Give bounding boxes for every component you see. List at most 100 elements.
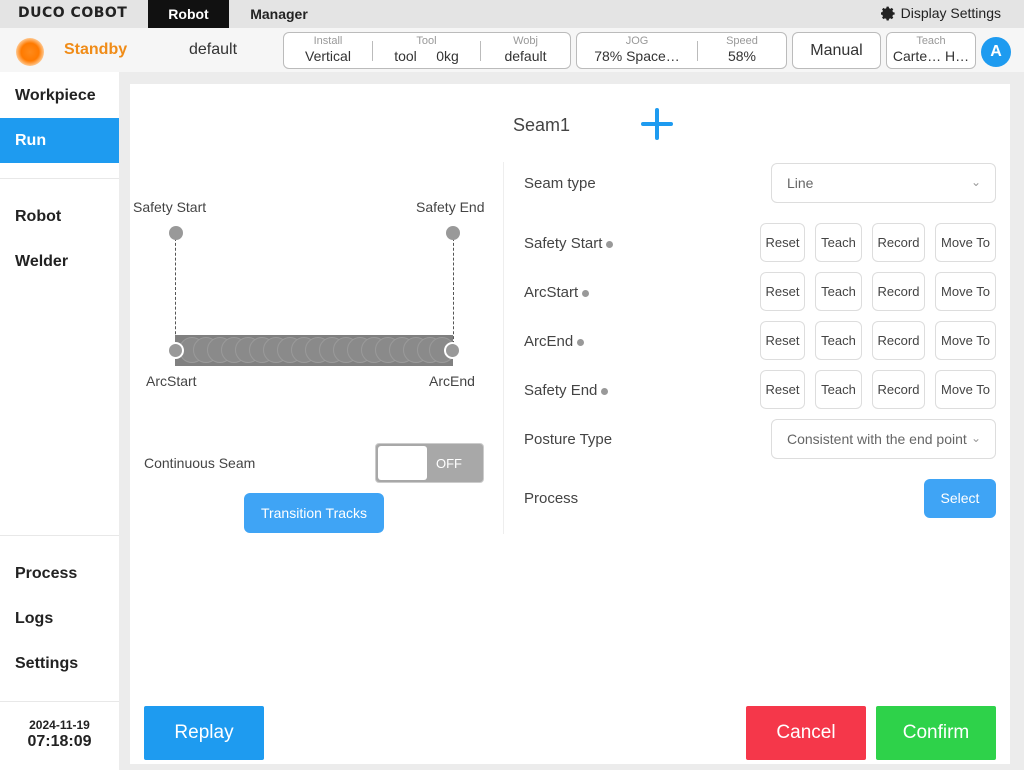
chevron-down-icon: ⌄ <box>970 175 981 189</box>
status-bar: Standby default Install Vertical Tool to… <box>0 28 1024 72</box>
tab-robot[interactable]: Robot <box>148 0 229 28</box>
safety-start-line <box>175 238 176 344</box>
arc-start-point <box>167 342 184 359</box>
install-tool-wobj-panel[interactable]: Install Vertical Tool tool 0kg Wobj defa… <box>283 32 571 69</box>
add-seam-button[interactable] <box>641 108 673 140</box>
teach-label: Teach <box>916 35 946 47</box>
gear-icon <box>880 6 895 20</box>
reset-button[interactable]: Reset <box>760 272 805 311</box>
display-settings-label: Display Settings <box>900 5 1001 21</box>
record-button[interactable]: Record <box>872 272 925 311</box>
continuous-seam-toggle[interactable]: OFF <box>375 443 484 483</box>
teach-button[interactable]: Teach <box>815 321 862 360</box>
safety-start-point <box>169 226 183 240</box>
tool-cell[interactable]: Tool tool 0kg <box>373 33 480 68</box>
move-to-button[interactable]: Move To <box>935 370 996 409</box>
weld-bead-graphic <box>175 335 453 366</box>
teach-button[interactable]: Teach <box>815 370 862 409</box>
safety-end-line <box>453 238 454 344</box>
sidebar-divider <box>0 701 119 702</box>
user-avatar[interactable]: A <box>981 37 1011 67</box>
teach-button[interactable]: Teach <box>815 272 862 311</box>
tool-label: Tool <box>416 35 437 47</box>
wobj-value: default <box>504 48 547 64</box>
speed-label: Speed <box>726 35 758 47</box>
clock-time: 07:18:09 <box>27 733 92 750</box>
clock: 2024-11-19 07:18:09 <box>0 718 119 751</box>
wobj-label: Wobj <box>513 35 538 47</box>
transition-tracks-button[interactable]: Transition Tracks <box>244 493 384 533</box>
record-button[interactable]: Record <box>872 370 925 409</box>
point-label: ArcEnd <box>524 333 585 350</box>
manual-mode-button[interactable]: Manual <box>792 32 881 69</box>
point-label: ArcStart <box>524 284 590 301</box>
move-to-button[interactable]: Move To <box>935 223 996 262</box>
sidebar-item-logs[interactable]: Logs <box>0 596 119 641</box>
top-bar: DUCO COBOT Robot Manager Display Setting… <box>0 0 1024 28</box>
teach-cell[interactable]: Teach Carte… H… <box>887 33 975 68</box>
install-cell[interactable]: Install Vertical <box>284 33 372 68</box>
sidebar: Workpiece Run Robot Welder Process Logs … <box>0 72 119 770</box>
tool-value: tool 0kg <box>394 48 459 64</box>
app-logo: DUCO COBOT <box>18 5 128 21</box>
arc-end-label: ArcEnd <box>429 373 475 389</box>
point-label: Safety Start <box>524 235 614 252</box>
reset-button[interactable]: Reset <box>760 321 805 360</box>
seam-type-value: Line <box>787 175 814 191</box>
sidebar-item-welder[interactable]: Welder <box>0 239 119 284</box>
display-settings-button[interactable]: Display Settings <box>880 5 1001 21</box>
record-button[interactable]: Record <box>872 321 925 360</box>
jog-speed-panel[interactable]: JOG 78% Space… Speed 58% <box>576 32 787 69</box>
posture-type-value: Consistent with the end point <box>787 431 967 447</box>
process-select-button[interactable]: Select <box>924 479 996 518</box>
reset-button[interactable]: Reset <box>760 223 805 262</box>
jog-cell[interactable]: JOG 78% Space… <box>577 33 697 68</box>
cancel-button[interactable]: Cancel <box>746 706 866 760</box>
teach-button[interactable]: Teach <box>815 223 862 262</box>
tab-manager[interactable]: Manager <box>236 0 322 28</box>
chevron-down-icon: ⌄ <box>970 431 981 445</box>
speed-cell[interactable]: Speed 58% <box>698 33 786 68</box>
arc-end-point <box>444 342 461 359</box>
replay-button[interactable]: Replay <box>144 706 264 760</box>
sidebar-item-robot[interactable]: Robot <box>0 194 119 239</box>
sidebar-item-workpiece[interactable]: Workpiece <box>0 73 119 118</box>
status-dot-icon <box>577 338 585 346</box>
move-to-button[interactable]: Move To <box>935 272 996 311</box>
speed-value: 58% <box>727 48 757 64</box>
install-label: Install <box>313 35 343 47</box>
wobj-cell[interactable]: Wobj default <box>481 33 570 68</box>
sidebar-item-process[interactable]: Process <box>0 551 119 596</box>
status-dot-icon <box>601 387 609 395</box>
project-name[interactable]: default <box>189 41 237 59</box>
posture-type-select[interactable]: Consistent with the end point ⌄ <box>771 419 996 459</box>
status-dot-icon <box>582 289 590 297</box>
sidebar-item-settings[interactable]: Settings <box>0 641 119 686</box>
sidebar-divider <box>0 178 119 179</box>
move-to-button[interactable]: Move To <box>935 321 996 360</box>
plus-icon-stroke <box>655 108 659 140</box>
panel-divider <box>503 162 504 534</box>
teach-panel[interactable]: Teach Carte… H… <box>886 32 976 69</box>
arc-start-label: ArcStart <box>146 373 197 389</box>
jog-value: 78% Space… <box>594 48 680 64</box>
process-label: Process <box>524 490 579 507</box>
reset-button[interactable]: Reset <box>760 370 805 409</box>
safety-end-label: Safety End <box>416 199 485 215</box>
status-indicator-icon <box>16 38 44 66</box>
sidebar-divider <box>0 535 119 536</box>
status-dot-icon <box>606 240 614 248</box>
teach-value: Carte… H… <box>892 48 970 64</box>
safety-end-point <box>446 226 460 240</box>
toggle-knob <box>378 446 427 480</box>
install-value: Vertical <box>305 48 351 64</box>
jog-label: JOG <box>625 35 649 47</box>
confirm-button[interactable]: Confirm <box>876 706 996 760</box>
record-button[interactable]: Record <box>872 223 925 262</box>
seam-type-select[interactable]: Line ⌄ <box>771 163 996 203</box>
sidebar-item-run[interactable]: Run <box>0 118 119 163</box>
point-label: Safety End <box>524 382 609 399</box>
robot-state: Standby <box>64 41 128 58</box>
safety-start-label: Safety Start <box>133 199 207 215</box>
tool-weight: 0kg <box>436 48 459 64</box>
